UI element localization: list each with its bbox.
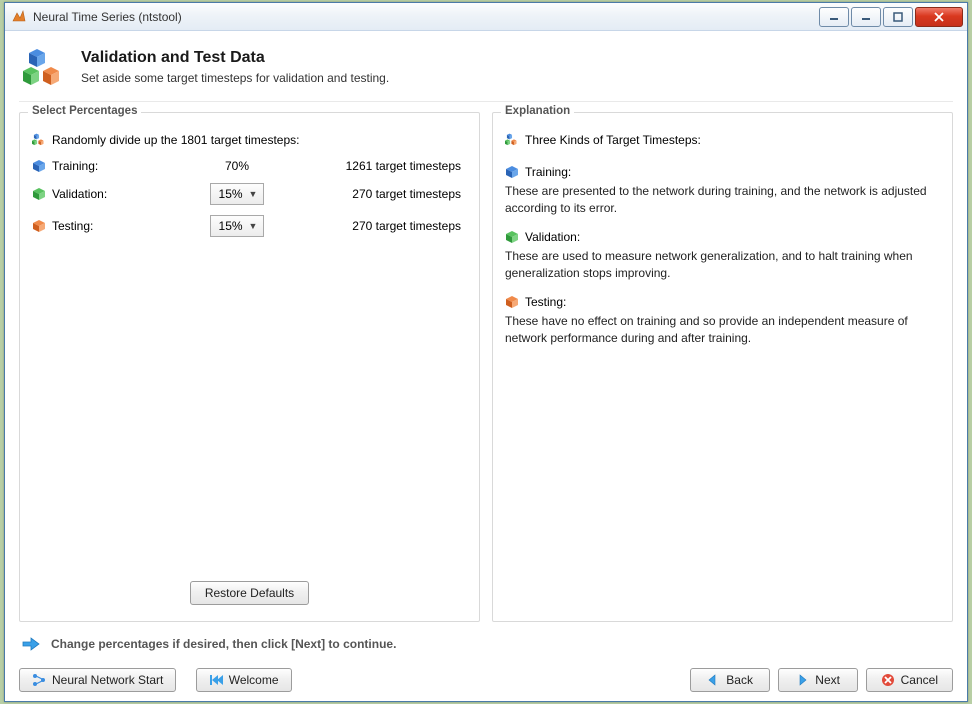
welcome-button[interactable]: Welcome bbox=[196, 668, 292, 692]
select-percentages-group: Select Percentages Randomly divide up th… bbox=[19, 112, 480, 622]
exp-training-text: These are presented to the network durin… bbox=[505, 183, 940, 218]
neural-network-start-button[interactable]: Neural Network Start bbox=[19, 668, 176, 692]
hint-row: Change percentages if desired, then clic… bbox=[21, 634, 951, 654]
network-icon bbox=[32, 673, 46, 687]
cubes-icon bbox=[23, 47, 67, 91]
training-count: 1261 target timesteps bbox=[272, 159, 467, 173]
exp-training-label: Training: bbox=[525, 165, 571, 179]
cancel-label: Cancel bbox=[901, 673, 938, 687]
cancel-button[interactable]: Cancel bbox=[866, 668, 953, 692]
page-title: Validation and Test Data bbox=[81, 49, 389, 67]
training-row: Training: 70% 1261 target timesteps bbox=[32, 159, 467, 173]
testing-label: Testing: bbox=[52, 219, 93, 233]
next-button[interactable]: Next bbox=[778, 668, 858, 692]
minimize-button-alt[interactable] bbox=[819, 7, 849, 27]
percentages-intro: Randomly divide up the 1801 target times… bbox=[32, 133, 467, 147]
testing-cube-icon bbox=[505, 295, 519, 309]
testing-count: 270 target timesteps bbox=[272, 219, 467, 233]
exp-validation-label: Validation: bbox=[525, 230, 580, 244]
validation-percent-dropdown[interactable]: 15% ▼ bbox=[210, 183, 265, 205]
chevron-down-icon: ▼ bbox=[249, 189, 258, 199]
next-icon bbox=[795, 673, 809, 687]
window-title: Neural Time Series (ntstool) bbox=[33, 10, 819, 24]
exp-training-row: Training: bbox=[505, 165, 940, 179]
back-button[interactable]: Back bbox=[690, 668, 770, 692]
page-subtitle: Set aside some target timesteps for vali… bbox=[81, 71, 389, 85]
testing-percent-value: 15% bbox=[219, 219, 243, 233]
arrow-right-icon bbox=[21, 634, 41, 654]
exp-testing-text: These have no effect on training and so … bbox=[505, 313, 940, 348]
exp-testing-row: Testing: bbox=[505, 295, 940, 309]
validation-row: Validation: 15% ▼ 270 target timesteps bbox=[32, 183, 467, 205]
training-cube-icon bbox=[32, 159, 46, 173]
bottom-bar: Neural Network Start Welcome Back Next C… bbox=[5, 664, 967, 704]
exp-testing-label: Testing: bbox=[525, 295, 566, 309]
validation-percent-value: 15% bbox=[219, 187, 243, 201]
restore-defaults-label: Restore Defaults bbox=[205, 586, 294, 600]
restore-defaults-button[interactable]: Restore Defaults bbox=[190, 581, 309, 605]
nav-left: Neural Network Start Welcome bbox=[19, 668, 300, 692]
testing-row: Testing: 15% ▼ 270 target timesteps bbox=[32, 215, 467, 237]
close-button[interactable] bbox=[915, 7, 963, 27]
percentages-intro-text: Randomly divide up the 1801 target times… bbox=[52, 133, 299, 147]
next-label: Next bbox=[815, 673, 840, 687]
window-buttons bbox=[819, 7, 967, 27]
minimize-button[interactable] bbox=[851, 7, 881, 27]
testing-percent-dropdown[interactable]: 15% ▼ bbox=[210, 215, 265, 237]
explanation-legend: Explanation bbox=[501, 105, 574, 117]
cancel-icon bbox=[881, 673, 895, 687]
panels: Select Percentages Randomly divide up th… bbox=[19, 112, 953, 622]
maximize-button[interactable] bbox=[883, 7, 913, 27]
hint-text: Change percentages if desired, then clic… bbox=[51, 637, 396, 651]
testing-cube-icon bbox=[32, 219, 46, 233]
window: Neural Time Series (ntstool) Validation … bbox=[4, 2, 968, 702]
back-icon bbox=[706, 673, 720, 687]
content-area: Validation and Test Data Set aside some … bbox=[5, 31, 967, 654]
cubes-small-icon bbox=[505, 133, 519, 147]
nn-start-label: Neural Network Start bbox=[52, 673, 163, 687]
explanation-heading: Three Kinds of Target Timesteps: bbox=[525, 133, 701, 147]
exp-validation-text: These are used to measure network genera… bbox=[505, 248, 940, 283]
select-percentages-legend: Select Percentages bbox=[28, 105, 141, 117]
page-header: Validation and Test Data Set aside some … bbox=[19, 41, 953, 102]
explanation-group: Explanation Three Kinds of Target Timest… bbox=[492, 112, 953, 622]
matlab-icon bbox=[11, 9, 27, 25]
training-percent: 70% bbox=[202, 159, 272, 173]
cubes-small-icon bbox=[32, 133, 46, 147]
validation-count: 270 target timesteps bbox=[272, 187, 467, 201]
rewind-icon bbox=[209, 673, 223, 687]
back-label: Back bbox=[726, 673, 753, 687]
titlebar: Neural Time Series (ntstool) bbox=[5, 3, 967, 31]
exp-validation-row: Validation: bbox=[505, 230, 940, 244]
training-label: Training: bbox=[52, 159, 98, 173]
explanation-heading-row: Three Kinds of Target Timesteps: bbox=[505, 133, 940, 147]
chevron-down-icon: ▼ bbox=[249, 221, 258, 231]
welcome-label: Welcome bbox=[229, 673, 279, 687]
validation-label: Validation: bbox=[52, 187, 107, 201]
training-cube-icon bbox=[505, 165, 519, 179]
validation-cube-icon bbox=[505, 230, 519, 244]
validation-cube-icon bbox=[32, 187, 46, 201]
